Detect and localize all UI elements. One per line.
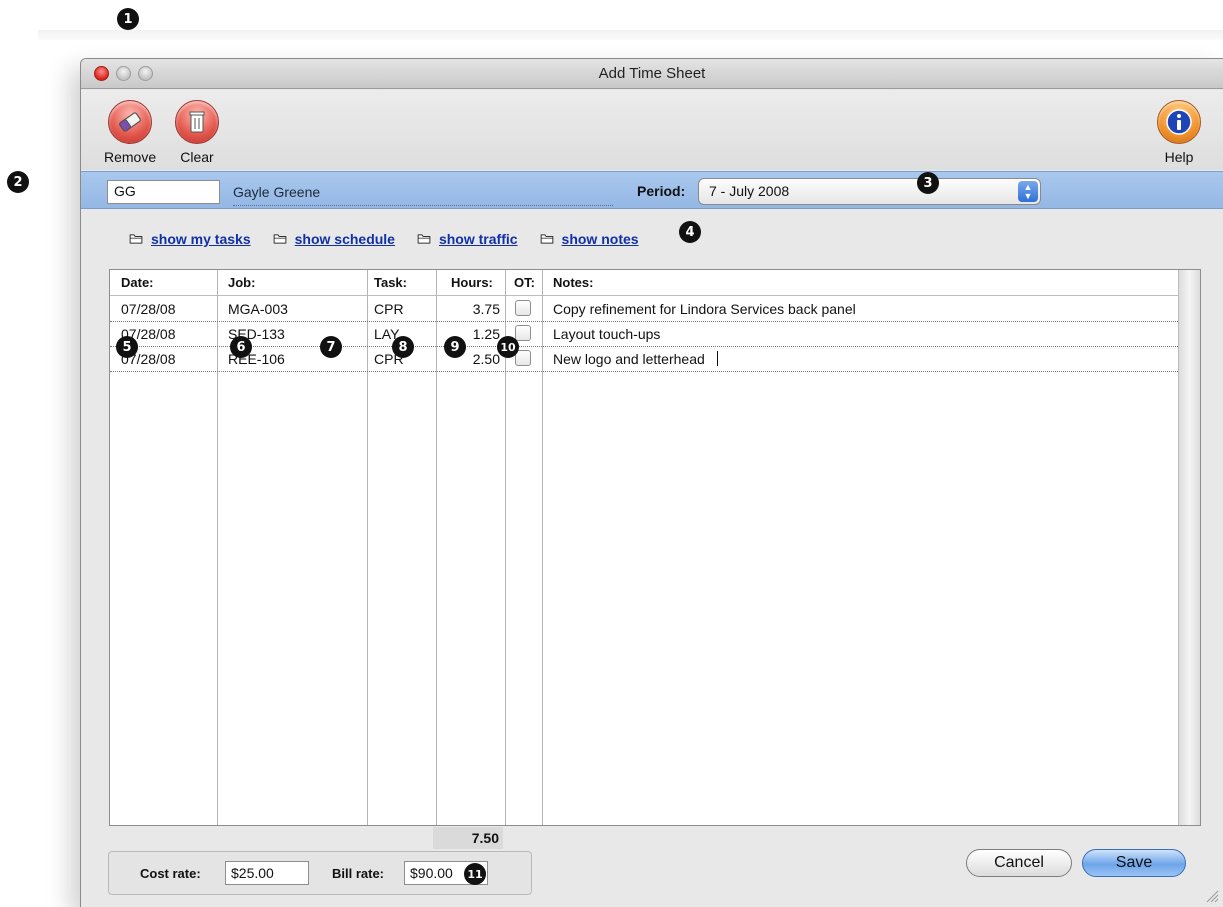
clear-button[interactable]: Clear — [175, 100, 219, 165]
show-my-tasks-label: show my tasks — [151, 231, 251, 247]
resize-grip-icon[interactable] — [1205, 889, 1219, 903]
folder-icon — [540, 234, 553, 244]
show-schedule-link[interactable]: show schedule — [273, 231, 395, 247]
callout-7: 7 — [320, 336, 342, 358]
callout-2: 2 — [7, 171, 29, 193]
select-arrows-icon: ▲ ▼ — [1018, 181, 1038, 202]
vertical-scrollbar[interactable] — [1178, 270, 1200, 825]
cell-notes: New logo and letterhead — [553, 351, 705, 367]
callout-11: 11 — [464, 863, 486, 885]
window-title: Add Time Sheet — [598, 65, 706, 82]
cell-job[interactable]: MGA-003 — [228, 301, 288, 317]
cell-date[interactable]: 07/28/08 — [121, 301, 176, 317]
show-notes-label: show notes — [561, 231, 639, 247]
callout-3: 3 — [917, 172, 939, 194]
column-header-ot[interactable]: OT: — [514, 275, 535, 290]
time-entries-table: Date: Job: Task: Hours: OT: Notes: 07/28… — [109, 269, 1201, 826]
ot-checkbox[interactable] — [515, 325, 531, 341]
table-row[interactable]: 07/28/08 MGA-003 CPR 3.75 Copy refinemen… — [110, 297, 1178, 322]
employee-header-bar: GG Gayle Greene Period: 7 - July 2008 ▲ ▼ — [81, 171, 1223, 209]
ot-checkbox[interactable] — [515, 300, 531, 316]
table-row[interactable]: 07/28/08 REE-106 CPR 2.50 New logo and l… — [110, 347, 1178, 372]
callout-6: 6 — [230, 336, 252, 358]
column-header-hours[interactable]: Hours: — [451, 275, 493, 290]
text-cursor — [716, 351, 718, 366]
callout-4: 4 — [679, 221, 701, 243]
cost-rate-field[interactable]: $25.00 — [225, 861, 309, 885]
link-row: show my tasks show schedule show traffic… — [129, 231, 639, 247]
employee-initials-field[interactable]: GG — [107, 180, 220, 204]
period-label: Period: — [637, 183, 686, 199]
table-header: Date: Job: Task: Hours: OT: Notes: — [110, 270, 1200, 296]
callout-9: 9 — [444, 336, 466, 358]
clear-label: Clear — [180, 149, 214, 165]
save-button[interactable]: Save — [1082, 849, 1186, 877]
show-schedule-label: show schedule — [294, 231, 395, 247]
cancel-button[interactable]: Cancel — [966, 849, 1072, 877]
show-traffic-link[interactable]: show traffic — [417, 231, 518, 247]
cell-notes[interactable]: Layout touch-ups — [553, 326, 660, 342]
employee-name: Gayle Greene — [233, 184, 613, 206]
cell-hours[interactable]: 3.75 — [440, 301, 500, 317]
column-header-task[interactable]: Task: — [374, 275, 407, 290]
column-header-job[interactable]: Job: — [228, 275, 255, 290]
add-time-sheet-window: Add Time Sheet Remove Clear Help GG Gayl… — [80, 58, 1223, 907]
title-bar[interactable]: Add Time Sheet — [81, 59, 1223, 89]
remove-label: Remove — [104, 149, 157, 165]
callout-5: 5 — [116, 336, 138, 358]
eraser-icon — [108, 100, 153, 144]
column-header-notes[interactable]: Notes: — [553, 275, 593, 290]
top-band — [38, 30, 1223, 40]
callout-1: 1 — [117, 8, 139, 30]
table-row[interactable]: 07/28/08 SED-133 LAY 1.25 Layout touch-u… — [110, 322, 1178, 347]
folder-icon — [273, 234, 286, 244]
cell-notes[interactable]: Copy refinement for Lindora Services bac… — [553, 301, 856, 317]
notes-editor[interactable]: New logo and letterhead — [553, 351, 718, 367]
trash-icon — [175, 100, 219, 144]
show-my-tasks-link[interactable]: show my tasks — [129, 231, 251, 247]
folder-icon — [129, 234, 143, 244]
period-value: 7 - July 2008 — [709, 183, 790, 199]
cell-task[interactable]: CPR — [374, 301, 404, 317]
callout-10: 10 — [497, 336, 519, 358]
cost-rate-label: Cost rate: — [140, 866, 201, 881]
toolbar: Remove Clear Help — [81, 90, 1223, 170]
folder-icon — [417, 234, 431, 244]
info-icon — [1157, 100, 1201, 144]
column-header-date[interactable]: Date: — [121, 275, 154, 290]
help-label: Help — [1164, 149, 1194, 165]
period-select[interactable]: 7 - July 2008 ▲ ▼ — [698, 178, 1041, 205]
help-button[interactable]: Help — [1157, 100, 1201, 165]
remove-button[interactable]: Remove — [104, 100, 156, 165]
total-hours: 7.50 — [433, 827, 503, 849]
show-notes-link[interactable]: show notes — [540, 231, 639, 247]
bill-rate-label: Bill rate: — [332, 866, 385, 881]
show-traffic-label: show traffic — [438, 231, 518, 247]
callout-8: 8 — [392, 336, 414, 358]
